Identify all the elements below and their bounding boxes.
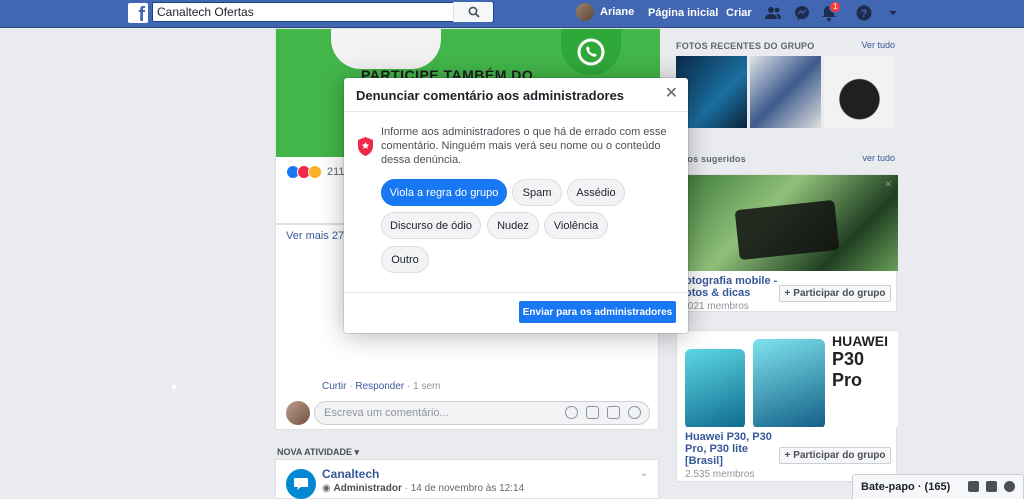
search-icon [468, 6, 480, 18]
reason-option[interactable]: Viola a regra do grupo [381, 179, 507, 206]
notification-count-badge: 1 [829, 1, 842, 13]
close-icon[interactable]: ✕ [665, 85, 678, 103]
search-box [152, 2, 494, 22]
friend-requests-icon[interactable] [764, 4, 782, 22]
dialog-title: Denunciar comentário aos administradores [356, 88, 625, 103]
avatar [576, 3, 594, 21]
dialog-description: Informe aos administradores o que há de … [381, 126, 667, 166]
home-link[interactable]: Página inicial [648, 7, 718, 19]
profile-name: Ariane [600, 6, 635, 18]
profile-link[interactable]: Ariane [576, 3, 634, 21]
reason-option[interactable]: Violência [544, 212, 608, 239]
dialog-footer-divider [344, 292, 688, 293]
reason-option[interactable]: Assédio [567, 179, 625, 206]
reason-option[interactable]: Discurso de ódio [381, 212, 481, 239]
svg-text:?: ? [861, 8, 868, 20]
dialog-header: Denunciar comentário aos administradores… [344, 78, 688, 112]
reason-option[interactable]: Spam [512, 179, 562, 206]
search-button[interactable] [453, 2, 493, 22]
account-menu-chevron-icon[interactable] [884, 4, 902, 22]
reason-option[interactable]: Nudez [487, 212, 539, 239]
messenger-icon[interactable] [793, 4, 811, 22]
shield-icon [358, 137, 373, 156]
search-input[interactable] [153, 3, 453, 21]
submit-report-button[interactable]: Enviar para os administradores [519, 301, 676, 323]
top-bar: f Ariane Página inicial Criar 1 ? [0, 0, 1024, 28]
create-link[interactable]: Criar [726, 7, 752, 19]
help-icon[interactable]: ? [855, 4, 873, 22]
facebook-logo-icon[interactable]: f [128, 3, 148, 23]
report-comment-dialog: Denunciar comentário aos administradores… [344, 78, 688, 333]
reason-option[interactable]: Outro [381, 246, 429, 273]
